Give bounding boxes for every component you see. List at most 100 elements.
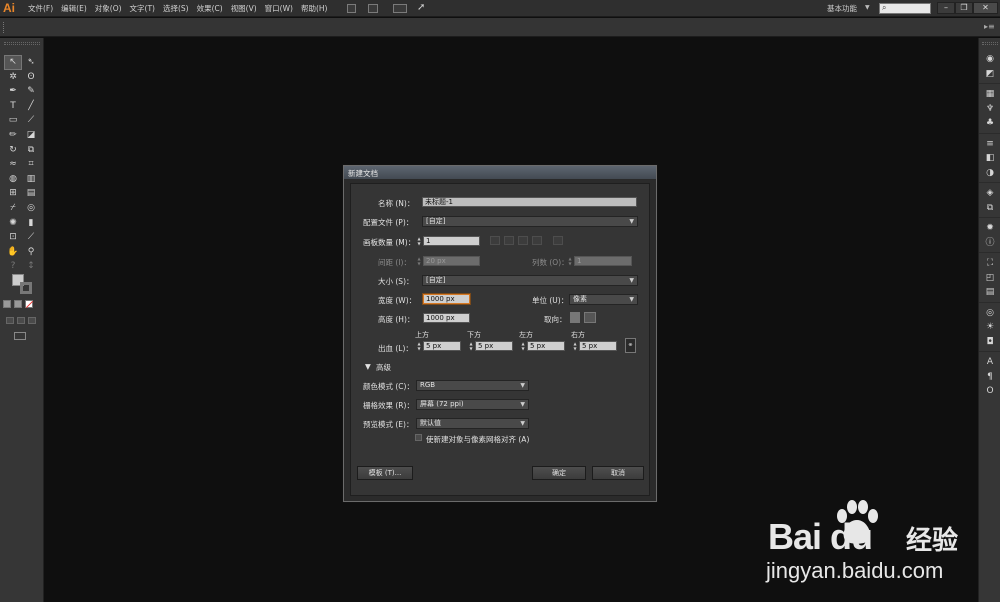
arrange-documents-icon[interactable] <box>393 4 407 13</box>
rectangle-tool-icon[interactable]: ▭ <box>4 113 22 128</box>
bleed-bottom-field[interactable]: 5 px <box>475 341 513 351</box>
color-panel-icon[interactable]: ◉ <box>979 52 1000 67</box>
pencil-tool-icon[interactable]: ✏ <box>4 128 22 143</box>
stroke-swatch[interactable] <box>20 282 32 294</box>
color-guide-icon[interactable]: ◩ <box>979 67 1000 82</box>
info-icon[interactable]: ⓘ <box>979 236 1000 251</box>
free-transform-tool-icon[interactable]: ⌗ <box>22 157 40 172</box>
eraser-tool-icon[interactable]: ◪ <box>22 128 40 143</box>
eyedropper-tool-icon[interactable]: ⌿ <box>4 201 22 216</box>
slice-tool-icon[interactable]: ⟋ <box>22 230 40 245</box>
menu-view[interactable]: 视图(V) <box>231 3 257 14</box>
advanced-label[interactable]: 高级 <box>376 362 391 373</box>
curvature-tool-icon[interactable]: ✎ <box>22 84 40 99</box>
grip-handle[interactable] <box>982 42 998 45</box>
landscape-icon[interactable] <box>584 312 596 323</box>
bleed-left-stepper[interactable]: ▲ ▼ <box>520 341 526 351</box>
menu-edit[interactable]: 编辑(E) <box>61 3 87 14</box>
gradient-tool-icon[interactable]: ▤ <box>22 186 40 201</box>
line-tool-icon[interactable]: ╱ <box>22 99 40 114</box>
draw-normal-icon[interactable] <box>6 317 14 324</box>
pathfinder-icon[interactable]: ◰ <box>979 271 1000 286</box>
zoom-tool-icon[interactable]: ⚲ <box>22 245 40 260</box>
paragraph-icon[interactable]: ¶ <box>979 370 1000 385</box>
appearance-icon[interactable]: ✹ <box>979 221 1000 236</box>
bleed-top-stepper[interactable]: ▲ ▼ <box>416 341 422 351</box>
name-field[interactable]: 未标题-1 <box>422 197 637 207</box>
raster-dropdown[interactable]: 屏幕 (72 ppi) ▼ <box>416 399 529 410</box>
screen-mode-icon[interactable] <box>14 332 26 340</box>
symbols-icon[interactable]: ♣ <box>979 116 1000 131</box>
workspace-switcher[interactable]: 基本功能 <box>827 3 857 14</box>
colormode-dropdown[interactable]: RGB ▼ <box>416 380 529 391</box>
portrait-icon[interactable] <box>570 312 580 323</box>
direct-selection-tool-icon[interactable]: ➴ <box>22 55 40 70</box>
draw-behind-icon[interactable] <box>17 317 25 324</box>
dialog-titlebar[interactable]: 新建文档 <box>344 166 656 180</box>
spacing-stepper[interactable]: ▲ ▼ <box>416 256 422 266</box>
character-icon[interactable]: A <box>979 355 1000 370</box>
arrange-by-row-icon[interactable] <box>518 236 528 245</box>
opentype-icon[interactable]: O <box>979 384 1000 399</box>
align-pixel-grid-label[interactable]: 使新建对象与像素网格对齐 (A) <box>426 434 529 445</box>
align-icon[interactable]: ▤ <box>979 285 1000 300</box>
panel-menu-icon[interactable]: ▸≡ <box>984 22 995 31</box>
search-input[interactable] <box>879 3 931 14</box>
grid-by-column-icon[interactable] <box>504 236 514 245</box>
menu-file[interactable]: 文件(F) <box>28 3 53 14</box>
link-icon[interactable]: ⚭ <box>625 338 636 353</box>
column-graph-tool-icon[interactable]: ▮ <box>22 216 40 231</box>
transparency-icon[interactable]: ◑ <box>979 166 1000 181</box>
blend-tool-icon[interactable]: ◎ <box>22 201 40 216</box>
cancel-button[interactable]: 取消 <box>592 466 644 480</box>
advanced-toggle-icon[interactable]: ▼ <box>365 362 371 371</box>
artboards-field[interactable]: 1 <box>423 236 480 246</box>
mesh-tool-icon[interactable]: ⊞ <box>4 186 22 201</box>
image-trace-icon[interactable]: ◘ <box>979 335 1000 350</box>
chevron-down-icon[interactable]: ▼ <box>865 4 870 11</box>
type-tool-icon[interactable]: T <box>4 99 22 114</box>
bleed-top-field[interactable]: 5 px <box>423 341 461 351</box>
none-button[interactable] <box>25 300 33 308</box>
menu-effect[interactable]: 效果(C) <box>197 3 223 14</box>
artboards-stepper[interactable]: ▲ ▼ <box>416 236 422 246</box>
gradient-button[interactable] <box>14 300 22 308</box>
spacing-field[interactable]: 20 px <box>423 256 480 266</box>
columns-field[interactable]: 1 <box>574 256 632 266</box>
height-field[interactable]: 1000 px <box>423 313 470 323</box>
gpu-performance-icon[interactable]: ➚ <box>417 2 425 13</box>
arrange-by-column-icon[interactable] <box>532 236 542 245</box>
grip-handle[interactable] <box>3 22 5 33</box>
draw-inside-icon[interactable] <box>28 317 36 324</box>
menu-select[interactable]: 选择(S) <box>163 3 189 14</box>
size-dropdown[interactable]: [自定] ▼ <box>422 275 638 286</box>
width-tool-icon[interactable]: ≈ <box>4 157 22 172</box>
preview-dropdown[interactable]: 默认值 ▼ <box>416 418 529 429</box>
bleed-right-field[interactable]: 5 px <box>579 341 617 351</box>
units-dropdown[interactable]: 像素 ▼ <box>569 294 638 305</box>
ok-button[interactable]: 确定 <box>532 466 586 480</box>
color-button[interactable] <box>3 300 11 308</box>
graphic-styles-icon[interactable]: ☀ <box>979 320 1000 335</box>
bridge-icon[interactable] <box>347 4 356 13</box>
close-button[interactable]: ✕ <box>973 2 998 14</box>
hand-tool-icon[interactable]: ✋ <box>4 245 22 260</box>
width-field[interactable]: 1000 px <box>423 294 470 304</box>
magic-wand-tool-icon[interactable]: ✲ <box>4 70 22 85</box>
swatches-icon[interactable]: ▦ <box>979 87 1000 102</box>
stock-icon[interactable] <box>368 4 378 13</box>
bleed-right-stepper[interactable]: ▲ ▼ <box>572 341 578 351</box>
artboards-icon[interactable]: ⧉ <box>979 201 1000 216</box>
pen-tool-icon[interactable]: ✒ <box>4 84 22 99</box>
transform-icon[interactable]: ⛶ <box>979 256 1000 271</box>
rotate-tool-icon[interactable]: ↻ <box>4 143 22 158</box>
gradient-panel-icon[interactable]: ◧ <box>979 151 1000 166</box>
perspective-tool-icon[interactable]: ▥ <box>22 172 40 187</box>
paintbrush-tool-icon[interactable]: ⟋ <box>22 113 40 128</box>
maximize-button[interactable]: ❐ <box>955 2 973 14</box>
brushes-icon[interactable]: ♆ <box>979 102 1000 117</box>
symbol-sprayer-tool-icon[interactable]: ✺ <box>4 216 22 231</box>
artboard-tool-icon[interactable]: ⊡ <box>4 230 22 245</box>
menu-help[interactable]: 帮助(H) <box>301 3 328 14</box>
columns-stepper[interactable]: ▲ ▼ <box>567 256 573 266</box>
